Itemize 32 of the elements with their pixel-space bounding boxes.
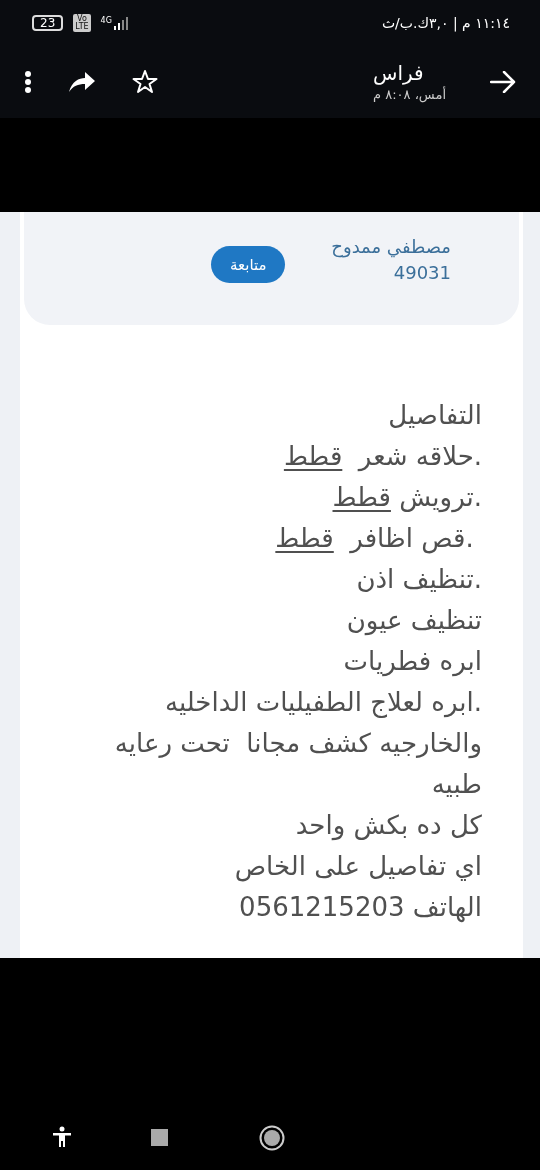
detail-line: .تنظيف اذن — [355, 563, 482, 596]
chat-subtitle: أمس، ٨:٠٨ م — [373, 87, 446, 102]
seller-name[interactable]: مصطفي ممدوح — [331, 234, 451, 260]
detail-line: ابره فطريات — [342, 645, 482, 679]
home-icon[interactable] — [259, 1125, 285, 1151]
link[interactable]: قطط — [283, 441, 343, 471]
follow-button[interactable]: متابعة — [211, 246, 286, 283]
network-label: 4G — [100, 15, 112, 25]
detail-line: .ترويش قطط — [331, 481, 482, 515]
battery-icon: 23 — [32, 14, 64, 31]
link[interactable]: قطط — [332, 482, 391, 512]
signal-icon — [112, 15, 131, 30]
detail-line: التفاصيل — [387, 399, 482, 432]
star-icon[interactable] — [132, 69, 158, 94]
detail-line: والخارجيه كشف مجانا تحت رعايه — [113, 727, 482, 761]
detail-line: .ابره لعلاج الطفيليات الداخليه — [163, 686, 482, 720]
volte-icon: Vo LTE — [73, 13, 91, 32]
detail-line: تنظيف عيون — [345, 604, 482, 638]
share-icon[interactable] — [68, 70, 96, 93]
link[interactable]: قطط — [275, 523, 334, 553]
detail-line: اي تفاصيل على الخاص — [233, 850, 482, 884]
detail-line: الهاتف 0561215203 — [238, 891, 482, 925]
detail-line: .حلاقه شعر قطط — [282, 440, 482, 474]
back-arrow-icon[interactable] — [490, 70, 516, 93]
detail-line: طبيه — [430, 768, 482, 801]
seller-number: 49031 — [392, 261, 451, 285]
status-time: ١١:١٤ م | ٣,٠ك.ب/ث — [381, 14, 510, 31]
detail-line: .قص اظافر قطط — [274, 522, 475, 556]
detail-line: كل ده بكش واحد — [294, 809, 482, 843]
accessibility-icon[interactable] — [52, 1126, 72, 1148]
chat-title: فراس — [373, 61, 424, 85]
more-options-icon[interactable] — [24, 69, 32, 94]
